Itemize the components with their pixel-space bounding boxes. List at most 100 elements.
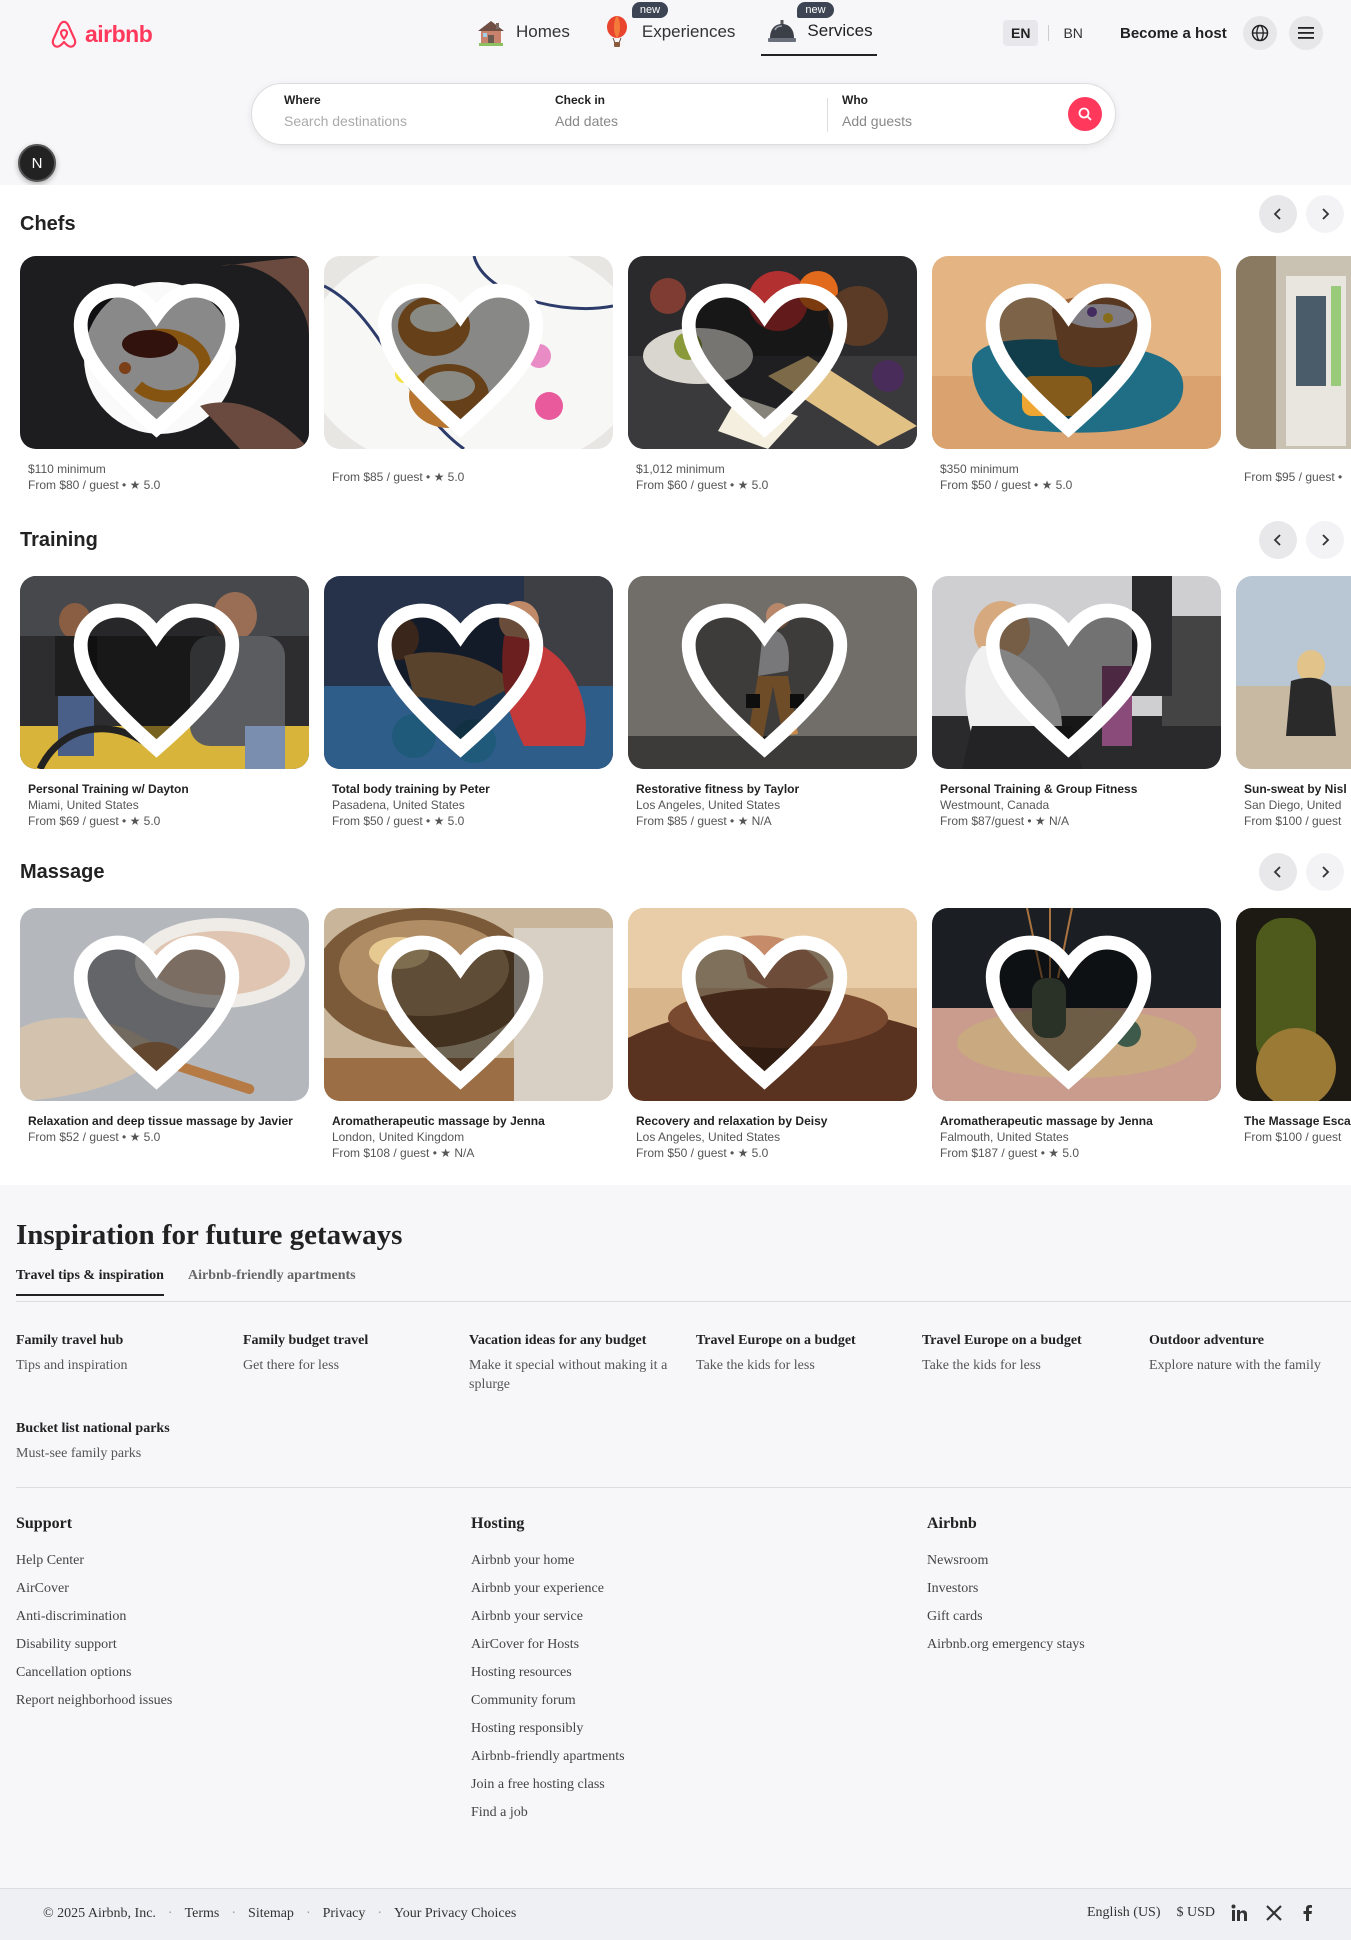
- footer-link[interactable]: Airbnb.org emergency stays: [927, 1637, 1085, 1665]
- tab-airbnb-friendly-apartments[interactable]: Airbnb-friendly apartments: [188, 1268, 356, 1294]
- where-input[interactable]: [284, 113, 504, 129]
- inspiration-link[interactable]: Travel Europe on a budget Take the kids …: [696, 1333, 906, 1375]
- search-button[interactable]: [1068, 97, 1102, 131]
- service-card[interactable]: Personal Training & Group Fitness Westmo…: [932, 576, 1221, 829]
- footer-link[interactable]: Hosting responsibly: [471, 1721, 625, 1749]
- footer-link[interactable]: Help Center: [16, 1553, 172, 1581]
- heart-icon[interactable]: [932, 263, 1213, 449]
- footer-link[interactable]: AirCover: [16, 1581, 172, 1609]
- facebook-icon[interactable]: [1299, 1904, 1317, 1922]
- card-photo[interactable]: [1236, 576, 1351, 769]
- language-selector[interactable]: English (US): [1087, 1905, 1161, 1921]
- inspiration-link[interactable]: Family budget travel Get there for less: [243, 1333, 453, 1375]
- heart-icon[interactable]: [932, 915, 1213, 1101]
- footer-link[interactable]: Join a free hosting class: [471, 1777, 625, 1805]
- service-card[interactable]: Sun-sweat by Nisl San Diego, United From…: [1236, 576, 1351, 829]
- footer-link[interactable]: AirCover for Hosts: [471, 1637, 625, 1665]
- prev-button[interactable]: [1259, 853, 1297, 891]
- tab-travel-tips[interactable]: Travel tips & inspiration: [16, 1268, 164, 1296]
- service-card[interactable]: Aromatherapeutic massage by Jenna Falmou…: [932, 908, 1221, 1161]
- prev-button[interactable]: [1259, 195, 1297, 233]
- globe-button[interactable]: [1243, 16, 1277, 50]
- tab-homes[interactable]: Homes: [470, 8, 574, 56]
- privacy-choices-link[interactable]: Your Privacy Choices: [394, 1906, 516, 1922]
- next-button[interactable]: [1306, 853, 1344, 891]
- inspiration-link[interactable]: Outdoor adventure Explore nature with th…: [1149, 1333, 1351, 1375]
- service-card[interactable]: $1,012 minimum From $60 / guest • ★ 5.0: [628, 256, 917, 493]
- heart-icon[interactable]: [628, 915, 909, 1101]
- footer-link[interactable]: Airbnb your home: [471, 1553, 625, 1581]
- card-photo[interactable]: [20, 908, 309, 1101]
- footer-link[interactable]: Report neighborhood issues: [16, 1693, 172, 1721]
- become-host-link[interactable]: Become a host: [1120, 25, 1227, 42]
- service-card[interactable]: Relaxation and deep tissue massage by Ja…: [20, 908, 309, 1145]
- x-icon[interactable]: [1265, 1904, 1283, 1922]
- footer-link[interactable]: Airbnb your service: [471, 1609, 625, 1637]
- footer-link[interactable]: Community forum: [471, 1693, 625, 1721]
- inspiration-link[interactable]: Bucket list national parks Must-see fami…: [16, 1421, 226, 1463]
- footer-link[interactable]: Hosting resources: [471, 1665, 625, 1693]
- where-field[interactable]: Where: [284, 93, 504, 131]
- lang-bn-button[interactable]: BN: [1059, 20, 1086, 46]
- footer-link[interactable]: Disability support: [16, 1637, 172, 1665]
- footer-link[interactable]: Find a job: [471, 1805, 625, 1833]
- menu-button[interactable]: [1289, 16, 1323, 50]
- tab-services[interactable]: new Services: [761, 2, 877, 56]
- tab-experiences[interactable]: new Experiences: [596, 2, 740, 56]
- who-field[interactable]: Who Add guests: [842, 93, 912, 129]
- service-card[interactable]: $110 minimum From $80 / guest • ★ 5.0: [20, 256, 309, 493]
- service-card[interactable]: Recovery and relaxation by Deisy Los Ang…: [628, 908, 917, 1161]
- card-photo[interactable]: [1236, 256, 1351, 449]
- checkin-field[interactable]: Check in Add dates: [555, 93, 618, 129]
- footer-link[interactable]: Airbnb your experience: [471, 1581, 625, 1609]
- prev-button[interactable]: [1259, 521, 1297, 559]
- linkedin-icon[interactable]: [1231, 1904, 1249, 1922]
- service-card[interactable]: The Massage Esca From $100 / guest: [1236, 908, 1351, 1145]
- dev-tools-badge[interactable]: N: [18, 144, 56, 182]
- card-photo[interactable]: [20, 576, 309, 769]
- lang-en-button[interactable]: EN: [1003, 20, 1039, 46]
- service-card[interactable]: Total body training by Peter Pasadena, U…: [324, 576, 613, 829]
- next-button[interactable]: [1306, 195, 1344, 233]
- sitemap-link[interactable]: Sitemap: [248, 1906, 294, 1922]
- service-card[interactable]: Aromatherapeutic massage by Jenna London…: [324, 908, 613, 1161]
- card-photo[interactable]: [324, 908, 613, 1101]
- heart-icon[interactable]: [324, 263, 605, 449]
- inspiration-link[interactable]: Family travel hub Tips and inspiration: [16, 1333, 226, 1375]
- service-card[interactable]: From $85 / guest • ★ 5.0: [324, 256, 613, 485]
- heart-icon[interactable]: [628, 263, 909, 449]
- card-photo[interactable]: [1236, 908, 1351, 1101]
- card-photo[interactable]: [932, 908, 1221, 1101]
- footer-link[interactable]: Anti-discrimination: [16, 1609, 172, 1637]
- heart-icon[interactable]: [932, 583, 1213, 769]
- service-card[interactable]: $350 minimum From $50 / guest • ★ 5.0: [932, 256, 1221, 493]
- service-card[interactable]: Restorative fitness by Taylor Los Angele…: [628, 576, 917, 829]
- card-photo[interactable]: [932, 576, 1221, 769]
- footer-link[interactable]: Airbnb-friendly apartments: [471, 1749, 625, 1777]
- heart-icon[interactable]: [20, 915, 301, 1101]
- inspiration-link[interactable]: Travel Europe on a budget Take the kids …: [922, 1333, 1132, 1375]
- service-card[interactable]: From $95 / guest •: [1236, 256, 1351, 485]
- currency-selector[interactable]: $ USD: [1177, 1905, 1216, 1921]
- card-photo[interactable]: [324, 256, 613, 449]
- service-card[interactable]: Personal Training w/ Dayton Miami, Unite…: [20, 576, 309, 829]
- privacy-link[interactable]: Privacy: [323, 1906, 366, 1922]
- next-button[interactable]: [1306, 521, 1344, 559]
- inspiration-link[interactable]: Vacation ideas for any budget Make it sp…: [469, 1333, 679, 1394]
- card-photo[interactable]: [628, 908, 917, 1101]
- card-photo[interactable]: [932, 256, 1221, 449]
- card-photo[interactable]: [324, 576, 613, 769]
- terms-link[interactable]: Terms: [185, 1906, 220, 1922]
- card-photo[interactable]: [628, 256, 917, 449]
- heart-icon[interactable]: [324, 583, 605, 769]
- footer-link[interactable]: Cancellation options: [16, 1665, 172, 1693]
- card-photo[interactable]: [628, 576, 917, 769]
- card-photo[interactable]: [20, 256, 309, 449]
- airbnb-logo[interactable]: airbnb: [49, 18, 153, 50]
- heart-icon[interactable]: [628, 583, 909, 769]
- heart-icon[interactable]: [20, 583, 301, 769]
- footer-link[interactable]: Newsroom: [927, 1553, 1085, 1581]
- footer-link[interactable]: Investors: [927, 1581, 1085, 1609]
- heart-icon[interactable]: [20, 263, 301, 449]
- heart-icon[interactable]: [324, 915, 605, 1101]
